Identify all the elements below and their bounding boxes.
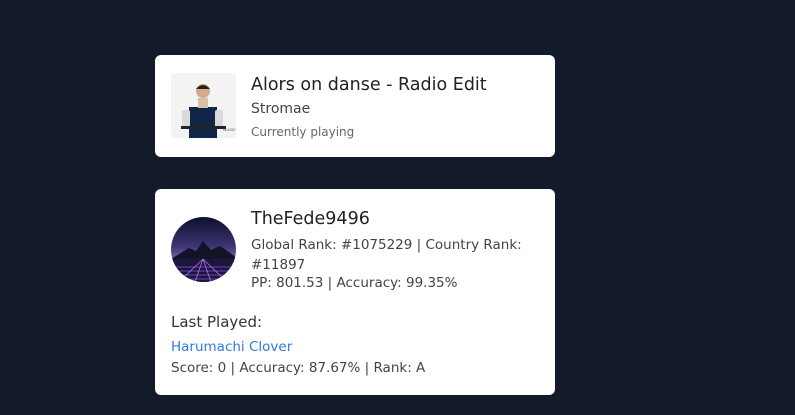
last-played-label: Last Played: xyxy=(171,313,263,331)
profile-card: TheFede9496 Global Rank: #1075229 | Coun… xyxy=(155,189,555,395)
avatar xyxy=(171,217,236,282)
last-played-stats: Score: 0 | Accuracy: 87.67% | Rank: A xyxy=(171,360,426,376)
album-art-image: MUSIC xyxy=(171,73,236,138)
rank-line: Global Rank: #1075229 | Country Rank: #1… xyxy=(251,237,522,273)
now-playing-card: MUSIC Alors on danse - Radio Edit Stroma… xyxy=(155,55,555,157)
last-played-song-link[interactable]: Harumachi Clover xyxy=(171,339,292,355)
playing-status: Currently playing xyxy=(251,125,355,139)
song-title: Alors on danse - Radio Edit xyxy=(251,75,487,95)
artist-name: Stromae xyxy=(251,101,311,117)
username: TheFede9496 xyxy=(251,209,370,229)
pp-accuracy-line: PP: 801.53 | Accuracy: 99.35% xyxy=(251,275,458,291)
svg-text:MUSIC: MUSIC xyxy=(223,127,236,132)
